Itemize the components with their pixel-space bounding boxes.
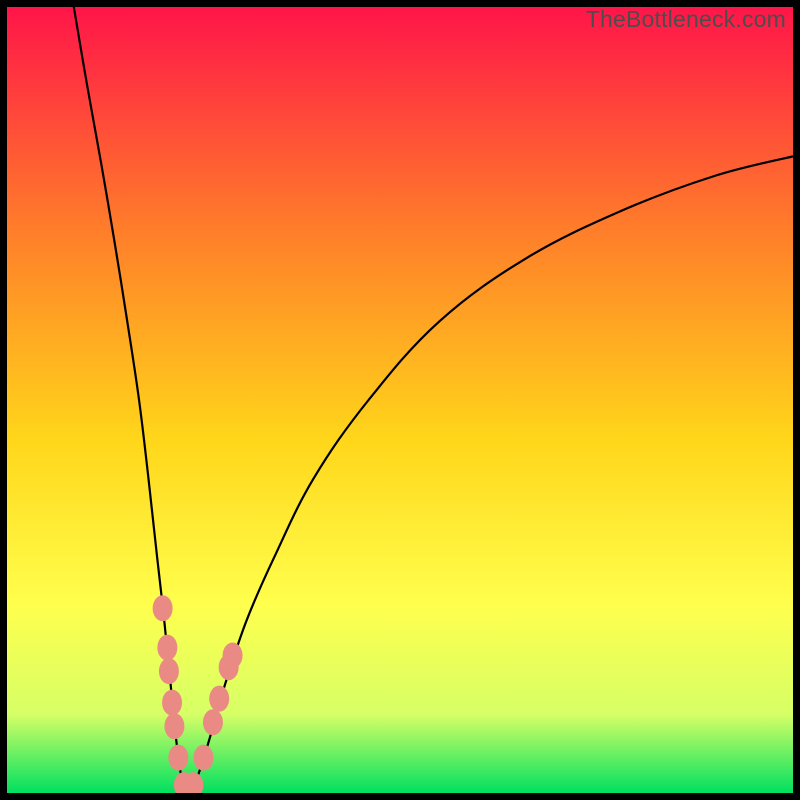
marker-point	[159, 658, 179, 684]
gradient-background	[7, 7, 793, 793]
bottleneck-chart	[7, 7, 793, 793]
plot-area	[7, 7, 793, 793]
marker-point	[223, 642, 243, 668]
marker-point	[209, 686, 229, 712]
marker-point	[153, 595, 173, 621]
marker-point	[164, 713, 184, 739]
outer-frame: TheBottleneck.com	[0, 0, 800, 800]
marker-point	[157, 635, 177, 661]
marker-point	[168, 745, 188, 771]
marker-point	[162, 690, 182, 716]
watermark-text: TheBottleneck.com	[586, 6, 786, 33]
marker-point	[194, 745, 214, 771]
marker-point	[203, 709, 223, 735]
